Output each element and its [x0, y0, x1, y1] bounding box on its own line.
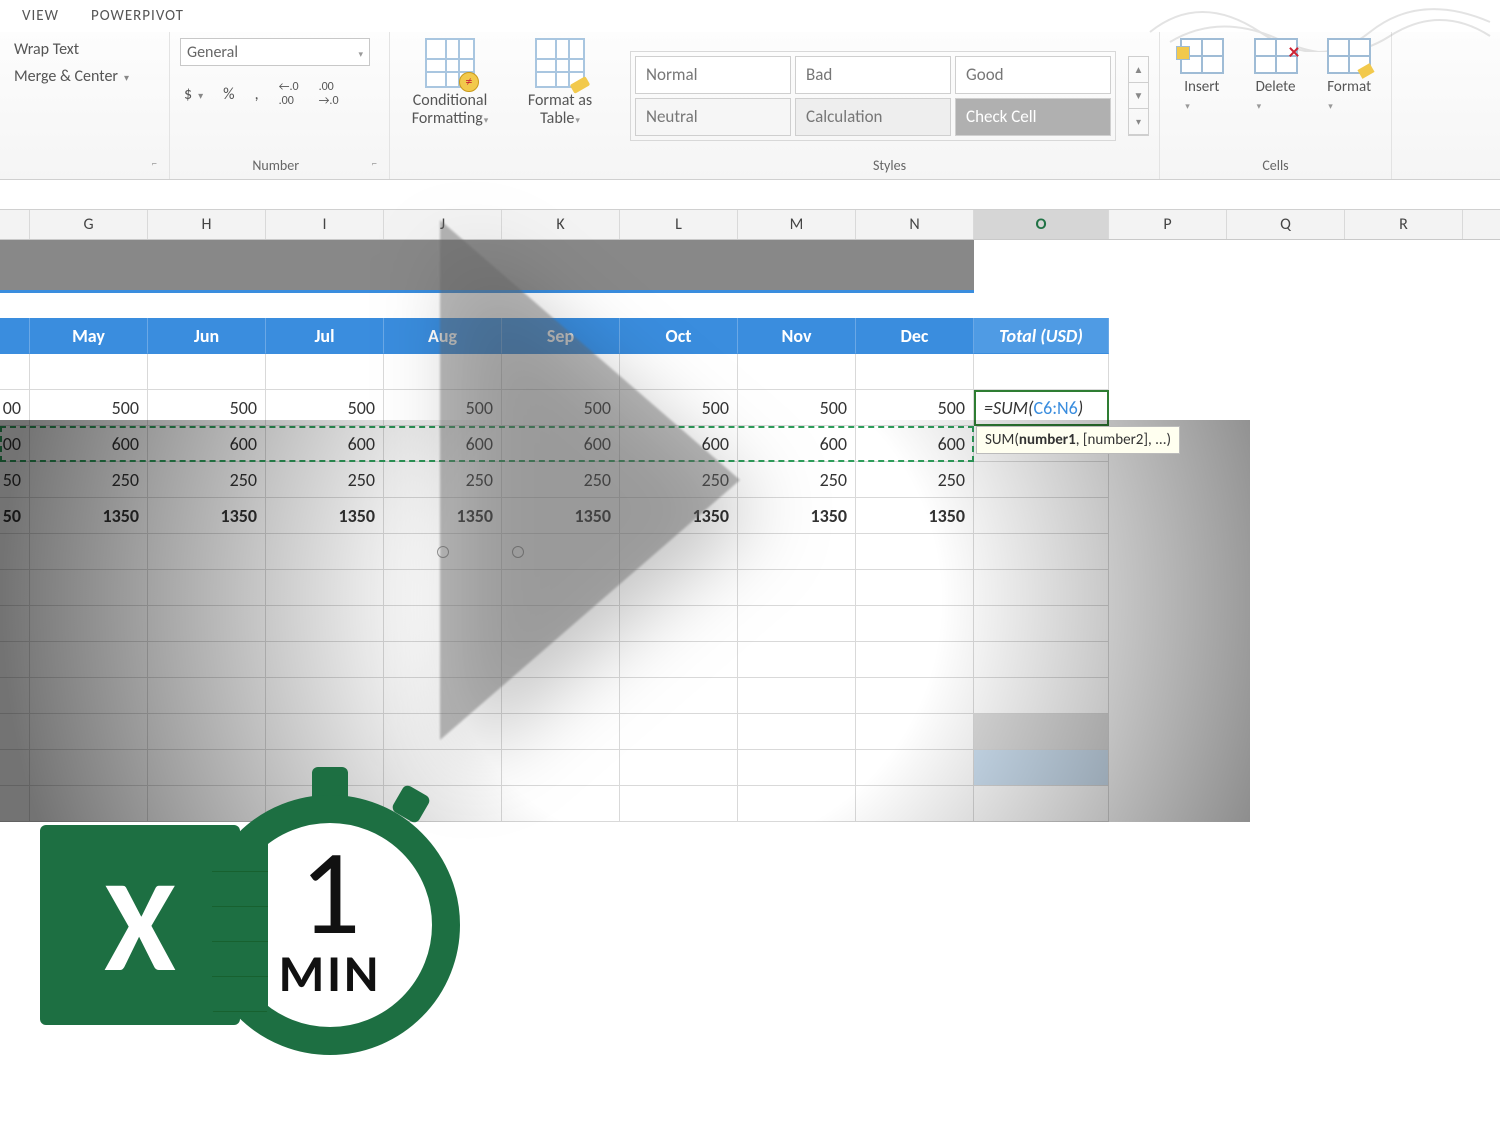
hdr-may[interactable]: May [30, 318, 148, 354]
merge-center-button[interactable]: Merge & Center [10, 65, 133, 88]
number-group-label: Number ⌐ [180, 153, 379, 177]
fill-handle-icon [512, 546, 524, 558]
col-header-N[interactable]: N [856, 210, 974, 239]
conditional-formatting-button[interactable]: ≠ Conditional Formatting [400, 38, 500, 127]
comma-button[interactable]: , [251, 83, 263, 106]
style-normal[interactable]: Normal [635, 56, 791, 94]
hdr-dec[interactable]: Dec [856, 318, 974, 354]
col-header-R[interactable]: R [1345, 210, 1463, 239]
wrap-text-button[interactable]: Wrap Text [10, 38, 133, 61]
ribbon-tab-powerpivot[interactable]: POWERPIVOT [75, 1, 200, 31]
cell[interactable]: 500 [148, 390, 266, 426]
col-header-partial[interactable] [0, 210, 30, 239]
cell[interactable]: 500 [384, 390, 502, 426]
hdr-nov[interactable]: Nov [738, 318, 856, 354]
active-formula-cell[interactable]: =SUM(C6:N6) SUM(number1, [number2], ...) [974, 390, 1109, 426]
hdr-jun[interactable]: Jun [148, 318, 266, 354]
ribbon: Wrap Text Merge & Center ⌐ General $ % ,… [0, 32, 1500, 180]
col-header-O[interactable]: O [974, 210, 1109, 239]
badge-min-label: MIN [279, 941, 382, 1005]
delete-cells-icon: × [1254, 38, 1298, 74]
column-headers: G H I J K L M N O P Q R [0, 210, 1500, 240]
ribbon-tab-view[interactable]: VIEW [6, 1, 75, 31]
conditional-formatting-icon: ≠ [425, 38, 475, 88]
decrease-decimal-button[interactable]: .00→.0 [315, 78, 343, 110]
style-check-cell[interactable]: Check Cell [955, 98, 1111, 136]
increase-decimal-button[interactable]: ←.0.00 [275, 78, 303, 110]
delete-cells-button[interactable]: × Delete [1244, 38, 1308, 114]
group-number: General $ % , ←.0.00 .00→.0 Number ⌐ [170, 32, 390, 179]
percent-button[interactable]: % [219, 83, 238, 106]
style-bad[interactable]: Bad [795, 56, 951, 94]
group-format-table: Format as Table [500, 32, 620, 179]
group-alignment: Wrap Text Merge & Center ⌐ [0, 32, 170, 179]
function-tooltip: SUM(number1, [number2], ...) [976, 426, 1180, 454]
insert-cells-icon [1180, 38, 1224, 74]
hdr-sep[interactable]: Sep [502, 318, 620, 354]
scroll-down-icon[interactable]: ▼ [1129, 83, 1148, 109]
wrap-text-label: Wrap Text [14, 40, 79, 59]
scroll-up-icon[interactable]: ▲ [1129, 57, 1148, 83]
col-header-K[interactable]: K [502, 210, 620, 239]
header-row: May Jun Jul Aug Sep Oct Nov Dec Total (U… [0, 318, 1500, 354]
number-format-value: General [187, 43, 238, 62]
fill-handle-icon [437, 546, 449, 558]
data-row-500: 00 500 500 500 500 500 500 500 500 =SUM(… [0, 390, 1500, 426]
data-row-600: 00 600 600 600 600 600 600 600 600 [0, 426, 1500, 462]
style-calculation[interactable]: Calculation [795, 98, 951, 136]
col-header-I[interactable]: I [266, 210, 384, 239]
group-cells: Insert × Delete Format Cells [1160, 32, 1392, 179]
hdr-aug[interactable]: Aug [384, 318, 502, 354]
hdr-oct[interactable]: Oct [620, 318, 738, 354]
cell[interactable]: 500 [266, 390, 384, 426]
col-header-H[interactable]: H [148, 210, 266, 239]
hdr-total[interactable]: Total (USD) [974, 318, 1109, 354]
group-styles: Normal Bad Good Neutral Calculation Chec… [620, 32, 1160, 179]
worksheet[interactable]: May Jun Jul Aug Sep Oct Nov Dec Total (U… [0, 240, 1500, 822]
cell[interactable]: 500 [620, 390, 738, 426]
accounting-format-button[interactable]: $ [180, 83, 207, 106]
cell[interactable]: 500 [30, 390, 148, 426]
excel-logo-icon: X [40, 825, 240, 1025]
col-header-M[interactable]: M [738, 210, 856, 239]
styles-group-label: Styles [630, 153, 1149, 177]
style-gallery-scroll[interactable]: ▲ ▼ ▾ [1128, 56, 1149, 136]
col-header-J[interactable]: J [384, 210, 502, 239]
col-header-L[interactable]: L [620, 210, 738, 239]
format-cells-icon [1327, 38, 1371, 74]
col-header-G[interactable]: G [30, 210, 148, 239]
group-cond-format: ≠ Conditional Formatting [390, 32, 500, 179]
cell[interactable]: 500 [856, 390, 974, 426]
col-header-P[interactable]: P [1109, 210, 1227, 239]
col-header-Q[interactable]: Q [1227, 210, 1345, 239]
formula-bar[interactable] [0, 180, 1500, 210]
format-as-table-button[interactable]: Format as Table [510, 38, 610, 127]
format-as-table-icon [535, 38, 585, 88]
total-row: 50 1350 1350 1350 1350 1350 1350 1350 13… [0, 498, 1500, 534]
cells-group-label: Cells [1170, 153, 1381, 177]
not-equal-icon: ≠ [459, 72, 479, 92]
alignment-dialog-launcher[interactable]: ⌐ [10, 153, 159, 177]
badge-number: 1 [300, 845, 361, 941]
gallery-expand-icon[interactable]: ▾ [1129, 109, 1148, 135]
style-neutral[interactable]: Neutral [635, 98, 791, 136]
cell-styles-gallery[interactable]: Normal Bad Good Neutral Calculation Chec… [630, 51, 1116, 141]
merge-center-label: Merge & Center [14, 67, 118, 86]
number-format-dropdown[interactable]: General [180, 38, 370, 66]
cell[interactable]: 500 [738, 390, 856, 426]
data-row-250: 50 250 250 250 250 250 250 250 250 [0, 462, 1500, 498]
hdr-jul[interactable]: Jul [266, 318, 384, 354]
style-good[interactable]: Good [955, 56, 1111, 94]
cell[interactable]: 500 [502, 390, 620, 426]
video-duration-badge: X 1 MIN [40, 795, 460, 1055]
